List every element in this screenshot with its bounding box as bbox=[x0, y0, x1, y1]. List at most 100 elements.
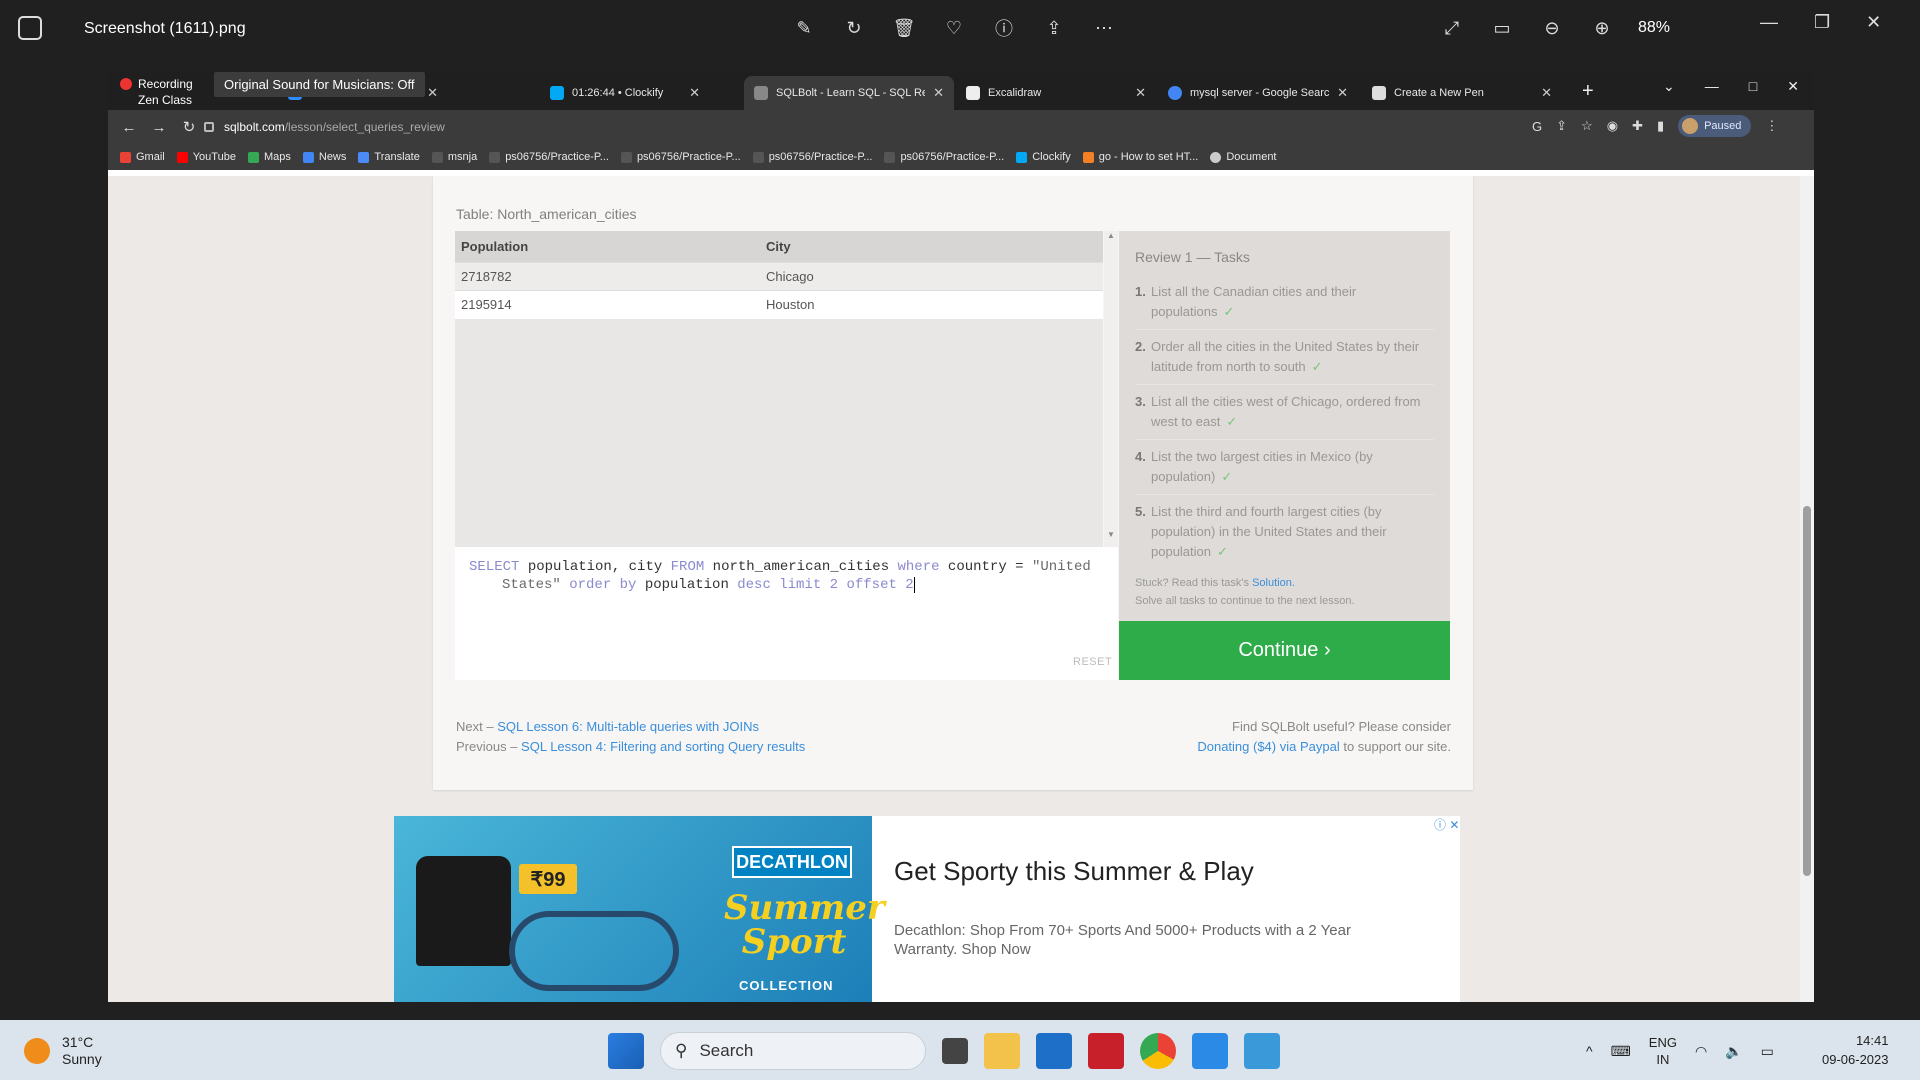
search-label: Search bbox=[699, 1041, 754, 1060]
new-tab-icon[interactable]: + bbox=[1582, 80, 1594, 103]
stackoverflow-icon bbox=[1082, 151, 1094, 163]
google-lens-icon[interactable]: G bbox=[1532, 119, 1542, 134]
favorite-icon[interactable]: ♡ bbox=[940, 14, 968, 42]
continue-button[interactable]: Continue › bbox=[1119, 621, 1450, 680]
weather-widget[interactable]: 31°C Sunny bbox=[24, 1034, 102, 1068]
wifi-icon[interactable]: ◠ bbox=[1695, 1043, 1707, 1060]
close-tab-icon[interactable]: ✕ bbox=[1337, 85, 1348, 101]
ad-choices-close-icon[interactable]: ⓘ ✕ bbox=[1434, 816, 1459, 833]
windows-start-icon[interactable] bbox=[608, 1033, 644, 1069]
github-icon bbox=[620, 151, 632, 163]
close-icon[interactable]: ✕ bbox=[1866, 12, 1881, 33]
puzzle-icon[interactable]: ✚ bbox=[1632, 118, 1643, 134]
close-tab-icon[interactable]: ✕ bbox=[1135, 85, 1146, 101]
table-scrollbar[interactable]: ▲ ▼ bbox=[1104, 231, 1118, 547]
language-indicator[interactable]: ENG IN bbox=[1649, 1034, 1677, 1068]
next-lesson-link[interactable]: SQL Lesson 6: Multi-table queries with J… bbox=[497, 719, 759, 734]
bookmark-youtube[interactable]: YouTube bbox=[176, 151, 236, 163]
delete-icon[interactable]: 🗑 bbox=[890, 14, 918, 42]
bookmark-practice-1[interactable]: ps06756/Practice-P... bbox=[489, 151, 609, 163]
url-path: /lesson/select_queries_review bbox=[284, 120, 445, 134]
bookmark-msnja[interactable]: msnja bbox=[431, 151, 477, 163]
share-icon[interactable]: ⇪ bbox=[1556, 118, 1567, 134]
chrome-icon[interactable] bbox=[1140, 1033, 1176, 1069]
page-scrollbar[interactable] bbox=[1800, 176, 1814, 1002]
tab-sqlbolt[interactable]: SQLBolt - Learn SQL - SQL Revi ✕ bbox=[744, 76, 954, 110]
more-icon[interactable]: ⋯ bbox=[1090, 14, 1118, 42]
zoom-out-icon[interactable]: ⊖ bbox=[1538, 14, 1566, 42]
tab-excalidraw[interactable]: Excalidraw ✕ bbox=[956, 76, 1156, 110]
task-view-icon[interactable] bbox=[942, 1038, 968, 1064]
profile-button[interactable]: Paused bbox=[1678, 115, 1752, 137]
edit-icon[interactable]: ✎ bbox=[790, 14, 818, 42]
check-icon: ✓ bbox=[1311, 359, 1323, 374]
zoom-in-icon[interactable]: ⊕ bbox=[1588, 14, 1616, 42]
share-icon[interactable]: ⇪ bbox=[1040, 14, 1068, 42]
close-tab-icon[interactable]: ✕ bbox=[933, 85, 944, 101]
support-line: Find SQLBolt useful? Please consider bbox=[1232, 719, 1451, 734]
scroll-down-icon[interactable]: ▼ bbox=[1104, 530, 1118, 539]
tooltip: Original Sound for Musicians: Off bbox=[214, 72, 425, 97]
reset-button[interactable]: RESET bbox=[1073, 656, 1112, 668]
bookmark-practice-4[interactable]: ps06756/Practice-P... bbox=[884, 151, 1004, 163]
fullscreen-icon[interactable]: ⤢ bbox=[1438, 14, 1466, 42]
scrollbar-thumb[interactable] bbox=[1803, 506, 1811, 876]
photos-icon[interactable] bbox=[1244, 1033, 1280, 1069]
bookmark-practice-3[interactable]: ps06756/Practice-P... bbox=[752, 151, 872, 163]
keyboard-icon[interactable]: ⌨ bbox=[1611, 1043, 1631, 1060]
previous-lesson-link[interactable]: SQL Lesson 4: Filtering and sorting Quer… bbox=[521, 739, 805, 754]
battery-icon[interactable]: ▭ bbox=[1761, 1043, 1774, 1060]
recording-sub: Zen Class bbox=[138, 93, 193, 107]
volume-icon[interactable]: 🔈 bbox=[1725, 1043, 1742, 1060]
reload-icon[interactable]: ↻ bbox=[180, 118, 198, 136]
menu-icon[interactable]: ⋮ bbox=[1765, 118, 1778, 134]
back-icon[interactable]: ← bbox=[120, 119, 138, 136]
table-cell: 2195914 bbox=[455, 290, 761, 319]
bookmark-clockify[interactable]: Clockify bbox=[1016, 151, 1071, 163]
bookmark-label: ps06756/Practice-P... bbox=[636, 151, 741, 163]
star-icon[interactable]: ☆ bbox=[1581, 118, 1593, 134]
close-icon[interactable]: ✕ bbox=[1787, 78, 1799, 95]
bookmark-translate[interactable]: Translate bbox=[358, 151, 420, 163]
sql-query-editor[interactable]: SELECT population, city FROM north_ameri… bbox=[455, 547, 1118, 680]
tab-google-search[interactable]: mysql server - Google Search ✕ bbox=[1158, 76, 1358, 110]
minimize-icon[interactable]: — bbox=[1705, 78, 1719, 95]
scroll-up-icon[interactable]: ▲ bbox=[1104, 231, 1118, 240]
extension-icon[interactable]: ◉ bbox=[1607, 118, 1618, 134]
forward-icon[interactable]: → bbox=[150, 119, 168, 136]
tab-clockify[interactable]: 01:26:44 • Clockify ✕ bbox=[540, 76, 710, 110]
close-tab-icon[interactable]: ✕ bbox=[427, 85, 438, 101]
bookmark-maps[interactable]: Maps bbox=[247, 151, 291, 163]
solution-link[interactable]: Solution. bbox=[1252, 577, 1295, 589]
ad-title[interactable]: Get Sporty this Summer & Play bbox=[894, 856, 1254, 887]
donate-link[interactable]: Donating ($4) via Paypal bbox=[1197, 739, 1339, 754]
file-explorer-icon[interactable] bbox=[984, 1033, 1020, 1069]
bookmark-document[interactable]: Document bbox=[1210, 151, 1277, 163]
taskbar-clock[interactable]: 14:41 09-06-2023 bbox=[1822, 1031, 1889, 1069]
info-icon[interactable]: ⓘ bbox=[990, 14, 1018, 42]
vscode-icon[interactable] bbox=[1192, 1033, 1228, 1069]
sun-icon bbox=[24, 1038, 50, 1064]
query-token: "United bbox=[1031, 559, 1091, 575]
actual-size-icon[interactable]: ▭ bbox=[1488, 14, 1516, 42]
bookmark-news[interactable]: News bbox=[302, 151, 346, 163]
tab-search-icon[interactable]: ⌄ bbox=[1663, 78, 1675, 95]
mcafee-icon[interactable] bbox=[1088, 1033, 1124, 1069]
advertisement[interactable]: ₹99 DECATHLON Summer Sport COLLECTION Ge… bbox=[394, 816, 1460, 1002]
side-panel-icon[interactable]: ▮ bbox=[1657, 118, 1664, 134]
close-tab-icon[interactable]: ✕ bbox=[689, 85, 700, 101]
taskbar-search[interactable]: ⚲ Search bbox=[660, 1032, 926, 1070]
rotate-icon[interactable]: ↻ bbox=[840, 14, 868, 42]
restore-icon[interactable]: ❐ bbox=[1814, 12, 1830, 33]
bookmark-gmail[interactable]: Gmail bbox=[120, 151, 165, 163]
minimize-icon[interactable]: — bbox=[1760, 12, 1778, 33]
tab-codepen[interactable]: Create a New Pen ✕ bbox=[1362, 76, 1562, 110]
bookmark-practice-2[interactable]: ps06756/Practice-P... bbox=[620, 151, 741, 163]
close-tab-icon[interactable]: ✕ bbox=[1541, 85, 1552, 101]
store-icon[interactable] bbox=[1036, 1033, 1072, 1069]
maximize-icon[interactable]: □ bbox=[1749, 78, 1757, 95]
chevron-up-icon[interactable]: ^ bbox=[1586, 1043, 1593, 1059]
bookmark-go-howto[interactable]: go - How to set HT... bbox=[1082, 151, 1198, 163]
address-bar[interactable]: sqlbolt.com/lesson/select_queries_review bbox=[204, 114, 1604, 140]
task-text: List the third and fourth largest cities… bbox=[1151, 504, 1387, 559]
